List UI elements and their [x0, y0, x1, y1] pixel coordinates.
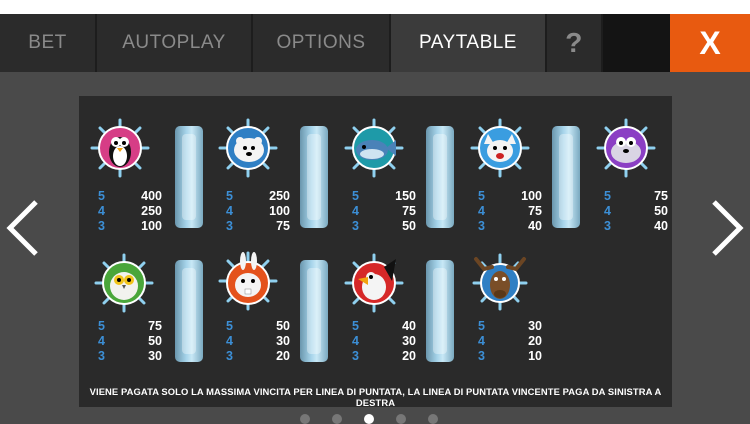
arctic-hare-icon	[218, 251, 278, 311]
tab-bet[interactable]: BET	[0, 14, 97, 72]
help-button[interactable]: ?	[547, 14, 603, 72]
moose-icon	[472, 253, 528, 311]
ice-pillar-divider	[300, 126, 328, 228]
paytable-values-whale: 5 150 4 75 3 50	[352, 189, 416, 233]
close-button[interactable]: X	[670, 14, 750, 72]
ice-pillar-divider	[300, 260, 328, 362]
paytable-values-moose: 5 30 4 20 3 10	[478, 319, 542, 363]
whale-icon	[344, 118, 404, 178]
tab-paytable[interactable]: PAYTABLE	[391, 14, 547, 72]
puffin-icon	[344, 253, 404, 313]
next-page-arrow-icon[interactable]	[706, 198, 746, 258]
tab-bar: BET AUTOPLAY OPTIONS PAYTABLE ?	[0, 14, 670, 72]
page-dot[interactable]	[300, 414, 310, 424]
paytable-values-seal: 5 75 4 50 3 40	[604, 189, 668, 233]
page-indicator	[300, 414, 438, 424]
page-dot[interactable]	[428, 414, 438, 424]
penguin-icon	[90, 118, 150, 178]
paytable-values-penguin: 5 400 4 250 3 100	[98, 189, 162, 233]
paytable-values-arctic-hare: 5 50 4 30 3 20	[226, 319, 290, 363]
ice-pillar-divider	[426, 126, 454, 228]
tab-options[interactable]: OPTIONS	[253, 14, 391, 72]
snowy-owl-icon	[94, 253, 154, 313]
page-dot-active[interactable]	[364, 414, 374, 424]
page-dot[interactable]	[396, 414, 406, 424]
paytable-values-polar-bear: 5 250 4 100 3 75	[226, 189, 290, 233]
top-strip	[0, 0, 750, 14]
ice-pillar-divider	[175, 126, 203, 228]
paytable-values-snowy-owl: 5 75 4 50 3 30	[98, 319, 162, 363]
paytable-footnote: VIENE PAGATA SOLO LA MASSIMA VINCITA PER…	[89, 386, 662, 408]
ice-pillar-divider	[552, 126, 580, 228]
tab-autoplay[interactable]: AUTOPLAY	[97, 14, 253, 72]
prev-page-arrow-icon[interactable]	[4, 198, 44, 258]
ice-pillar-divider	[175, 260, 203, 362]
polar-bear-icon	[218, 118, 278, 178]
ice-pillar-divider	[426, 260, 454, 362]
page-dot[interactable]	[332, 414, 342, 424]
paytable-values-arctic-fox: 5 100 4 75 3 40	[478, 189, 542, 233]
seal-icon	[596, 118, 656, 178]
paytable-values-puffin: 5 40 4 30 3 20	[352, 319, 416, 363]
tab-spacer	[603, 14, 670, 72]
paytable-panel: 5 400 4 250 3 100 5 250 4 100 3 75 5 150 4 75 35…	[79, 96, 672, 408]
top-bar: BET AUTOPLAY OPTIONS PAYTABLE ? X	[0, 0, 750, 72]
arctic-fox-icon	[470, 118, 530, 178]
